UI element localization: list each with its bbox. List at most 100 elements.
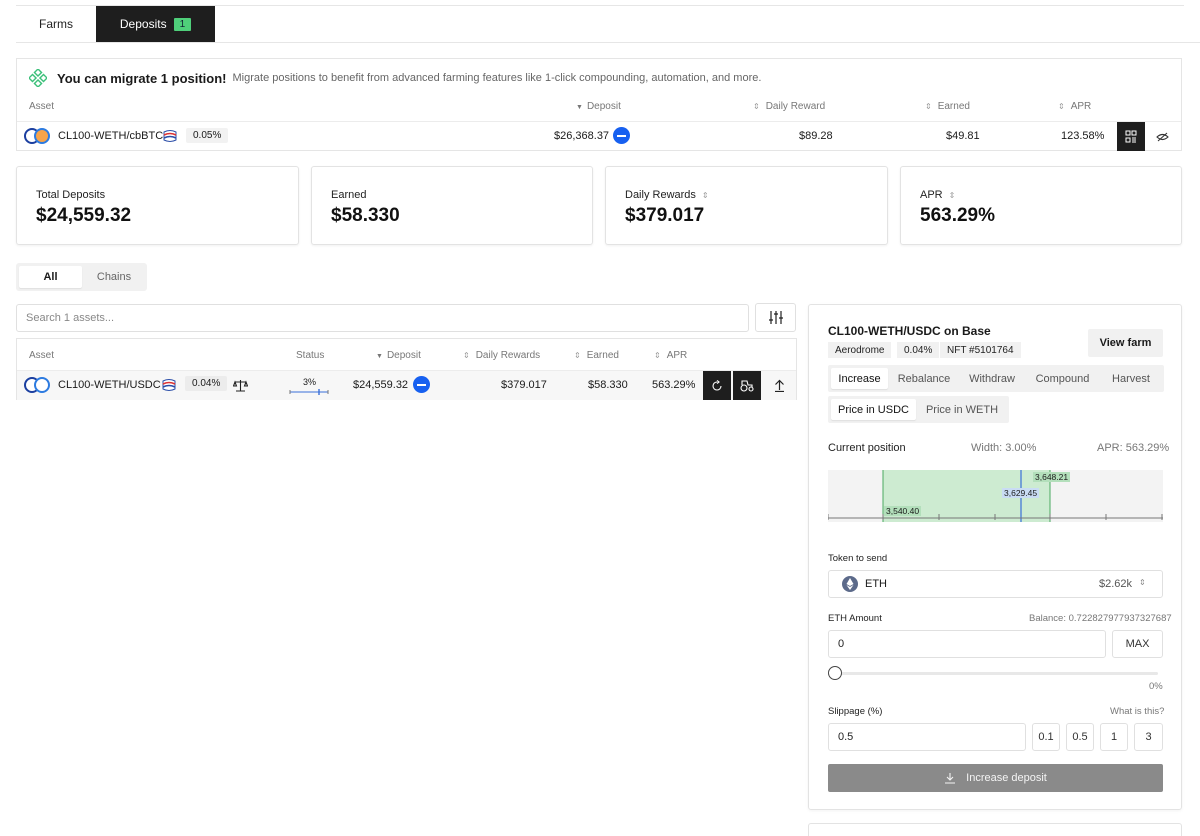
price-in-usdc-button[interactable]: Price in USDC xyxy=(831,399,916,420)
range-upper-label: 3,648.21 xyxy=(1033,472,1071,482)
compound-button[interactable] xyxy=(703,371,731,400)
migrate-daily-reward-value: $89.28 xyxy=(799,130,833,142)
asset-name: CL100-WETH/USDC xyxy=(58,379,161,391)
deposit-value: $24,559.32 xyxy=(353,379,409,391)
amount-slider[interactable] xyxy=(828,666,1160,680)
increase-deposit-button[interactable]: Increase deposit xyxy=(828,764,1163,792)
stat-card-daily-rewards[interactable]: Daily Rewards ⇕ $379.017 xyxy=(605,166,888,245)
range-width: Width: 3.00% xyxy=(971,442,1037,454)
remove-circle-icon[interactable] xyxy=(413,376,430,393)
sort-icon: ⇕ xyxy=(463,350,470,360)
range-lower-label: 3,540.40 xyxy=(884,506,922,516)
current-position-label: Current position xyxy=(828,442,906,454)
search-input[interactable] xyxy=(16,304,749,332)
sort-icon: ⇕ xyxy=(753,101,760,111)
export-button[interactable] xyxy=(765,371,793,400)
position-panel: CL100-WETH/USDC on Base Aerodrome 0.04% … xyxy=(808,304,1182,810)
migrate-deposit-value: $26,368.37 xyxy=(554,130,610,142)
stat-label: Total Deposits xyxy=(36,189,106,201)
stat-card-total-deposits: Total Deposits $24,559.32 xyxy=(16,166,299,245)
slippage-preset-button[interactable]: 0.1 xyxy=(1032,723,1060,751)
migrate-asset-name: CL100-WETH/cbBTC xyxy=(58,130,164,142)
token-name: ETH xyxy=(865,578,887,590)
fee-tier-badge: 0.04% xyxy=(185,376,228,391)
filter-chains-button[interactable]: Chains xyxy=(84,266,144,288)
migrate-row[interactable]: CL100-WETH/cbBTC 0.05% $26,368.37 $89.28… xyxy=(17,121,1181,151)
position-apr: APR: 563.29% xyxy=(1097,442,1170,454)
slider-thumb[interactable] xyxy=(828,666,842,680)
col-daily-rewards[interactable]: ⇕ Daily Rewards xyxy=(463,350,540,361)
migrate-col-apr[interactable]: ⇕ APR xyxy=(1058,101,1091,112)
slippage-help-link[interactable]: What is this? xyxy=(1110,706,1164,717)
status-percent: 3% xyxy=(303,377,317,387)
price-in-weth-button[interactable]: Price in WETH xyxy=(919,399,1005,420)
slippage-preset-button[interactable]: 0.5 xyxy=(1066,723,1094,751)
balance-scale-icon[interactable] xyxy=(231,376,249,394)
slippage-preset-button[interactable]: 3 xyxy=(1134,723,1163,751)
fee-tag: 0.04% xyxy=(897,342,940,358)
migrate-col-earned[interactable]: ⇕ Earned xyxy=(925,101,970,112)
position-range-chart: 3,540.40 3,629.45 3,648.21 xyxy=(827,470,1163,522)
chain-flag-icon xyxy=(163,129,177,143)
harvest-button[interactable] xyxy=(733,371,761,400)
migrate-col-asset: Asset xyxy=(29,101,55,112)
tab-deposits[interactable]: Deposits 1 xyxy=(96,6,215,42)
max-button[interactable]: MAX xyxy=(1112,630,1163,658)
wallet-balance: Balance: 0.722827977937327687 xyxy=(1029,613,1172,624)
hide-button[interactable] xyxy=(1147,122,1177,151)
tab-rebalance[interactable]: Rebalance xyxy=(892,368,956,389)
filter-all-button[interactable]: All xyxy=(19,266,82,288)
tab-compound[interactable]: Compound xyxy=(1028,368,1097,389)
sort-icon[interactable]: ⇕ xyxy=(702,191,709,200)
eye-off-icon xyxy=(1155,132,1169,141)
slippage-input[interactable]: 0.5 xyxy=(828,723,1026,751)
stat-card-apr[interactable]: APR ⇕ 563.29% xyxy=(900,166,1182,245)
filter-settings-button[interactable] xyxy=(755,303,796,332)
migrate-col-deposit[interactable]: ▼ Deposit xyxy=(576,101,621,112)
token-select[interactable]: ETH $2.62k ⇕ xyxy=(828,570,1163,598)
col-earned[interactable]: ⇕ Earned xyxy=(574,350,619,361)
download-icon xyxy=(945,773,956,784)
fee-tier-badge: 0.05% xyxy=(186,128,229,143)
migrate-earned-value: $49.81 xyxy=(946,130,980,142)
apr-value: 563.29% xyxy=(652,379,696,391)
slippage-preset-button[interactable]: 1 xyxy=(1100,723,1128,751)
sort-icon: ⇕ xyxy=(654,350,661,360)
view-farm-button[interactable]: View farm xyxy=(1088,329,1163,357)
remove-circle-icon[interactable] xyxy=(613,127,630,144)
tab-withdraw[interactable]: Withdraw xyxy=(961,368,1023,389)
tab-farms[interactable]: Farms xyxy=(16,6,96,42)
tab-harvest[interactable]: Harvest xyxy=(1101,368,1161,389)
tab-farms-label: Farms xyxy=(39,17,73,31)
token-pair-icon xyxy=(24,128,52,144)
col-deposit[interactable]: ▼ Deposit xyxy=(376,350,421,361)
assets-table: Asset Status ▼ Deposit ⇕ Daily Rewards ⇕ Ea… xyxy=(16,338,797,400)
sort-icon: ⇕ xyxy=(574,350,581,360)
sort-icon[interactable]: ⇕ xyxy=(949,191,956,200)
stat-value: 563.29% xyxy=(920,205,996,226)
sort-down-icon: ▼ xyxy=(576,104,583,111)
migrate-diamond-icon xyxy=(27,67,49,89)
stat-value: $379.017 xyxy=(625,205,705,226)
submit-label: Increase deposit xyxy=(966,772,1047,784)
amount-input[interactable]: 0 xyxy=(828,630,1106,658)
migrate-apr-value: 123.58% xyxy=(1061,130,1105,142)
nft-tag: NFT #5101764 xyxy=(940,342,1021,358)
earned-value: $58.330 xyxy=(588,379,628,391)
migrate-col-daily-reward[interactable]: ⇕ Daily Reward xyxy=(753,101,825,112)
panel-title: CL100-WETH/USDC on Base xyxy=(828,324,991,338)
stat-value: $24,559.32 xyxy=(36,205,132,226)
tab-deposits-label: Deposits xyxy=(119,17,167,31)
slippage-label: Slippage (%) xyxy=(828,706,883,717)
eth-icon xyxy=(842,576,858,592)
tab-increase[interactable]: Increase xyxy=(831,368,888,389)
price-denomination-toggle: Price in USDC Price in WETH xyxy=(828,396,1009,423)
stat-card-earned: Earned $58.330 xyxy=(311,166,593,245)
migrate-button[interactable] xyxy=(1117,122,1145,151)
deposits-count-badge: 1 xyxy=(173,17,192,31)
stat-value: $58.330 xyxy=(331,205,400,226)
range-status-bar xyxy=(289,389,329,395)
refresh-icon xyxy=(712,379,722,391)
table-row[interactable]: CL100-WETH/USDC 0.04% 3% $24,559.32 $379… xyxy=(17,370,796,400)
col-apr[interactable]: ⇕ APR xyxy=(654,350,687,361)
